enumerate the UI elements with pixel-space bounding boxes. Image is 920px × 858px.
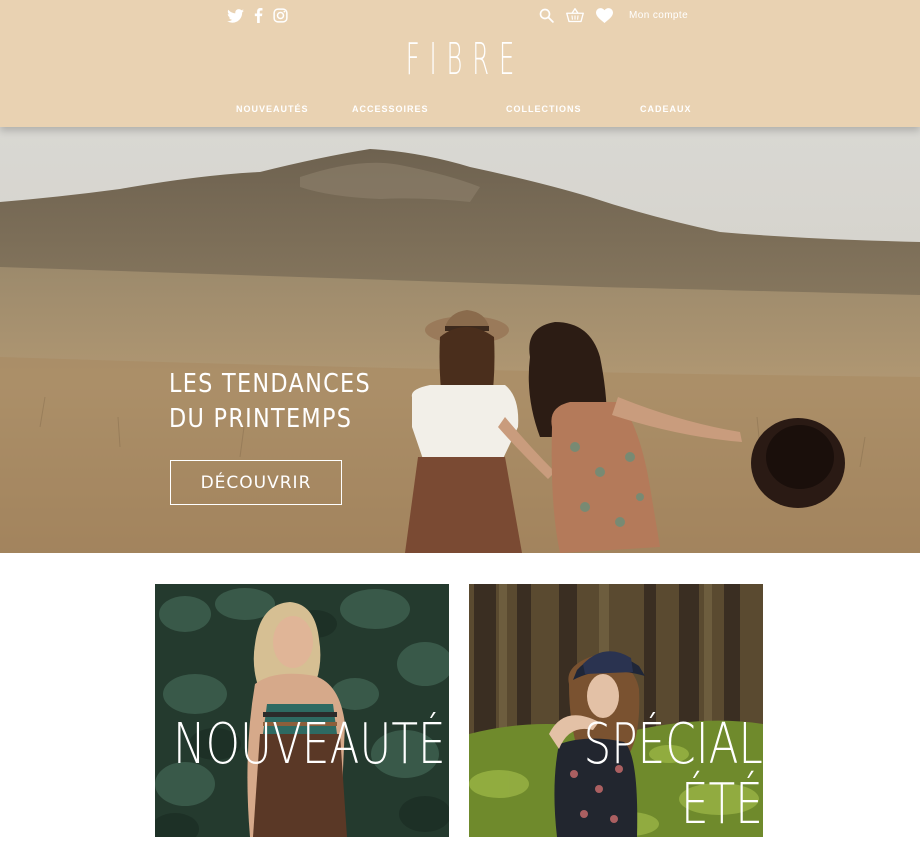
hero-title: LES TENDANCES DU PRINTEMPS (169, 367, 371, 437)
instagram-icon[interactable] (273, 8, 288, 23)
nav-item-accessoires[interactable]: ACCESSOIRES (352, 104, 429, 114)
nav-item-cadeaux[interactable]: CADEAUX (640, 104, 692, 114)
discover-button[interactable]: DÉCOUVRIR (170, 460, 342, 505)
card-special-ete[interactable]: SPÉCIAL ÉTÉ (469, 584, 763, 837)
nav-item-collections[interactable]: COLLECTIONS (506, 104, 582, 114)
account-link[interactable]: Mon compte (629, 10, 688, 21)
nav-item-nouveautes[interactable]: NOUVEAUTÉS (236, 104, 309, 114)
basket-icon[interactable] (566, 8, 584, 23)
brand-logo[interactable]: FIBRE (207, 34, 713, 86)
hero-title-line-2: DU PRINTEMPS (169, 404, 353, 434)
hero-image (0, 127, 920, 553)
card-special-ete-line-2: ÉTÉ (681, 772, 763, 837)
facebook-icon[interactable] (254, 8, 263, 23)
card-special-ete-line-1: SPÉCIAL (583, 712, 763, 777)
card-nouveautes-image (155, 584, 449, 837)
card-special-ete-label: SPÉCIAL ÉTÉ (584, 715, 763, 835)
heart-icon[interactable] (596, 8, 613, 23)
hero-title-line-1: LES TENDANCES (169, 369, 371, 399)
site-header: Mon compte FIBRE NOUVEAUTÉS ACCESSOIRES … (0, 0, 920, 127)
social-links (227, 8, 298, 23)
main-nav: NOUVEAUTÉS ACCESSOIRES COLLECTIONS CADEA… (0, 104, 920, 118)
search-icon[interactable] (539, 8, 554, 23)
card-nouveautes[interactable]: NOUVEAUTÉS (155, 584, 449, 837)
header-tools: Mon compte (539, 8, 688, 23)
twitter-icon[interactable] (227, 8, 244, 23)
hero-banner: LES TENDANCES DU PRINTEMPS DÉCOUVRIR (0, 127, 920, 553)
card-nouveautes-label: NOUVEAUTÉS (173, 712, 449, 777)
